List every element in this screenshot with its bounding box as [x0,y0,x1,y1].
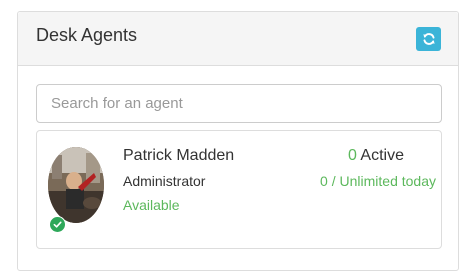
avatar-photo [48,147,104,223]
check-icon [53,221,62,228]
refresh-icon [422,33,435,45]
agent-search-input[interactable] [36,84,442,123]
agent-role: Administrator [123,173,206,189]
panel-heading: Desk Agents [18,12,458,66]
agent-avatar [48,147,104,223]
active-count: 0 [347,147,357,164]
today-limit: 0 / Unlimited today [320,173,436,189]
agent-availability: Available [123,197,180,213]
agent-name: Patrick Madden [123,147,235,164]
status-check-icon [49,216,66,233]
active-tickets: 0 Active [348,147,404,165]
panel-title: Desk Agents [36,25,138,45]
agent-card[interactable]: Patrick Madden Administrator Available 0… [36,130,442,249]
active-label: Active [360,147,404,164]
desk-agents-panel: Desk Agents Search for an agent Patrick … [17,11,459,271]
refresh-button[interactable] [416,27,441,51]
